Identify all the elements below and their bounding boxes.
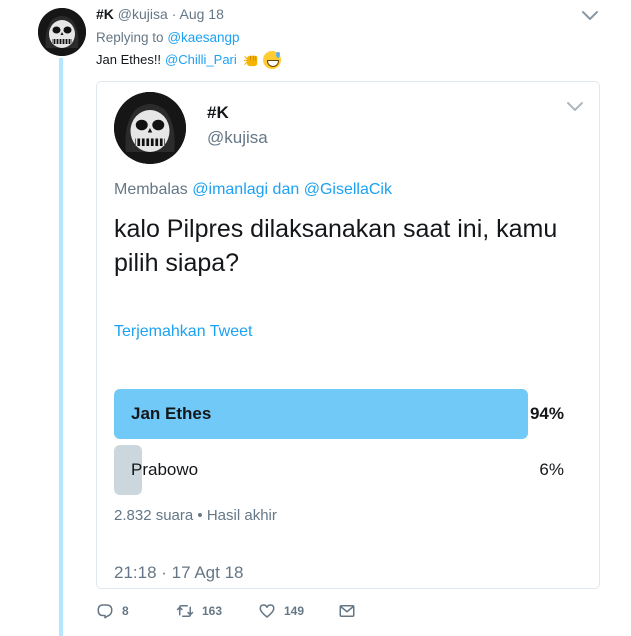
author-name[interactable]: #K — [96, 6, 114, 22]
quoted-replying-mention-2[interactable]: @GisellaCik — [304, 181, 392, 198]
author-avatar[interactable] — [38, 8, 86, 56]
quoted-menu-chevron-down-icon[interactable] — [565, 99, 585, 115]
oncoming-fist-emoji-icon — [243, 52, 260, 69]
translate-tweet-link[interactable]: Terjemahkan Tweet — [114, 322, 252, 342]
tweet-header: #K @kujisa · Aug 18 — [96, 5, 224, 23]
author-handle[interactable]: @kujisa — [118, 6, 168, 22]
retweet-icon — [176, 605, 194, 617]
quoted-tweet-card[interactable]: #K @kujisa Membalas @imanlagi dan @Gisel… — [96, 81, 600, 589]
grinning-sweat-emoji-icon — [262, 51, 281, 69]
retweet-button[interactable]: 163 — [176, 599, 222, 623]
skull-avatar-image — [114, 92, 186, 164]
quoted-replying-line: Membalas @imanlagi dan @GisellaCik — [114, 180, 392, 200]
replying-to-line: Replying to @kaesangp — [96, 29, 240, 46]
poll-meta-separator: • — [197, 507, 203, 524]
skull-avatar-image — [38, 8, 86, 56]
envelope-icon — [339, 605, 355, 617]
tweet-date[interactable]: Aug 18 — [180, 6, 224, 22]
quoted-tweet-text: kalo Pilpres dilaksanakan saat ini, kamu… — [114, 215, 558, 277]
tweet-menu-chevron-down-icon[interactable] — [580, 8, 600, 24]
heart-icon — [259, 604, 275, 618]
poll-option-label: Jan Ethes — [131, 404, 212, 423]
poll-option-percent: 6% — [539, 460, 564, 479]
quoted-author-name[interactable]: #K — [207, 103, 229, 123]
quoted-replying-label: Membalas — [114, 181, 188, 198]
like-count: 149 — [284, 604, 305, 618]
poll-meta: 2.832 suara • Hasil akhir — [114, 506, 277, 526]
retweet-count: 163 — [202, 604, 223, 618]
header-separator: · — [171, 6, 177, 22]
reply-icon — [97, 604, 113, 619]
quoted-author-avatar[interactable] — [114, 92, 186, 164]
replying-to-mention[interactable]: @kaesangp — [167, 30, 239, 45]
tweet-body-text: Jan Ethes!! — [96, 52, 162, 67]
poll-status: Hasil akhir — [206, 507, 277, 524]
poll-vote-count: 2.832 suara — [114, 507, 194, 524]
tweet-text: Jan Ethes!! @Chilli_Pari — [96, 51, 281, 69]
poll-option-percent: 94% — [529, 404, 564, 423]
direct-message-button[interactable] — [338, 599, 356, 623]
quoted-replying-mention-1[interactable]: @imanlagi — [192, 181, 268, 198]
poll-option-prabowo[interactable]: Prabowo 6% — [114, 445, 564, 495]
tweet-mention[interactable]: @Chilli_Pari — [165, 51, 237, 69]
poll-option-label: Prabowo — [131, 460, 199, 479]
reply-button[interactable]: 8 — [96, 599, 129, 623]
like-button[interactable]: 149 — [258, 599, 304, 623]
quoted-timestamp[interactable]: 21:18 · 17 Agt 18 — [114, 562, 244, 584]
reply-count: 8 — [122, 604, 129, 618]
quoted-replying-conjunction: dan — [272, 181, 300, 198]
replying-to-label: Replying to — [96, 30, 164, 45]
thread-line — [59, 58, 63, 636]
poll-option-jan-ethes[interactable]: Jan Ethes 94% — [114, 389, 564, 439]
quoted-author-handle[interactable]: @kujisa — [207, 128, 268, 148]
